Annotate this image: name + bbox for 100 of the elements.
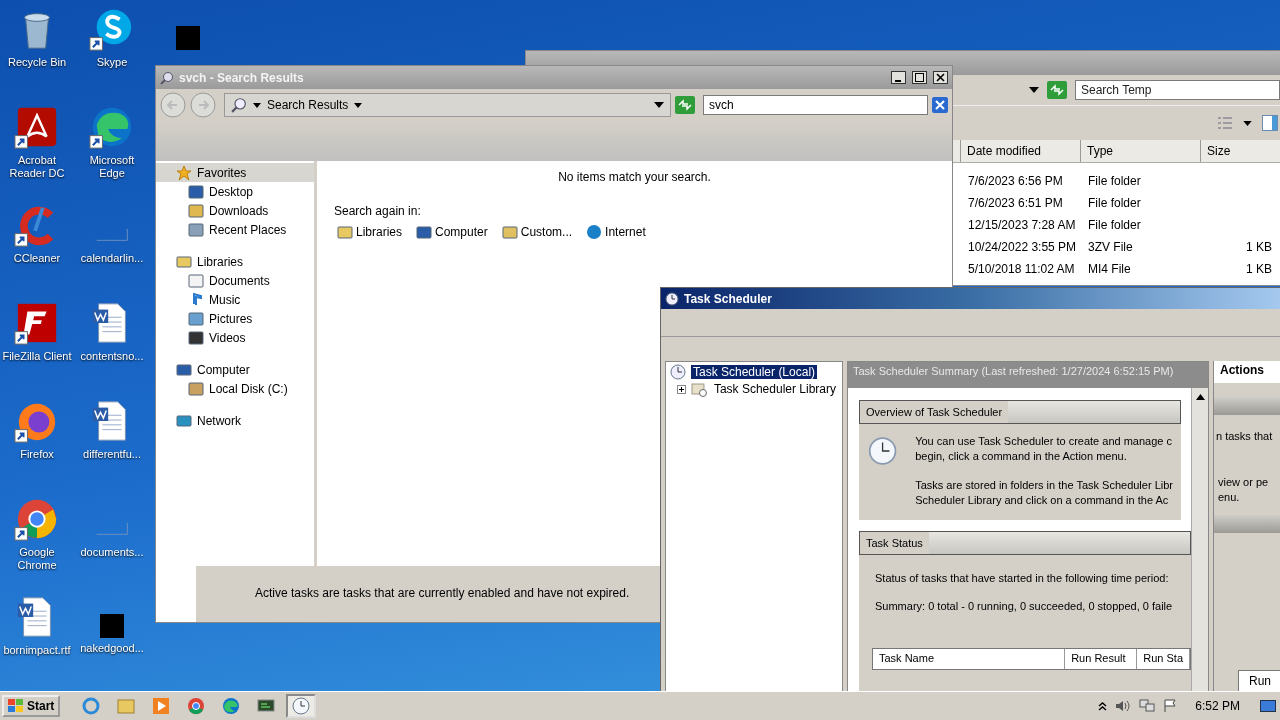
icon-label[interactable]: differentfu...: [83, 448, 141, 461]
address-bar[interactable]: Search Results: [224, 93, 671, 117]
nav-item[interactable]: Music: [156, 290, 314, 309]
nav-item[interactable]: Pictures: [156, 309, 314, 328]
refresh-icon[interactable]: [675, 96, 695, 114]
status-text: Status of tasks that have started in the following time period:: [875, 572, 1170, 584]
section-title[interactable]: Overview of Task Scheduler: [860, 401, 1009, 423]
folder-icon: [188, 202, 204, 219]
breadcrumb[interactable]: Search Results: [267, 98, 349, 112]
nav-item[interactable]: Libraries: [156, 252, 314, 271]
globe-icon: [586, 224, 603, 240]
caret-icon[interactable]: [253, 102, 261, 108]
nav-item[interactable]: Computer: [156, 360, 314, 379]
icon-label[interactable]: calendarlin...: [80, 252, 144, 265]
tree-item[interactable]: Task Scheduler (Local): [691, 365, 818, 379]
folder-icon: [188, 221, 204, 238]
monitor-icon[interactable]: [257, 697, 276, 715]
nav-item[interactable]: Documents: [156, 271, 314, 290]
icon-label[interactable]: nakedgood...: [80, 642, 144, 655]
clock-icon[interactable]: [292, 697, 311, 715]
overview-text: begin, click a command in the Action menu.: [915, 449, 1128, 464]
caret-icon[interactable]: [1029, 87, 1039, 93]
table-cell-text: 3ZV File: [1087, 240, 1134, 254]
clock-time[interactable]: 6:52 PM: [1195, 699, 1240, 713]
start-logo-icon[interactable]: [8, 699, 24, 713]
table-cell-text: 1 KB: [1245, 240, 1273, 254]
caret-icon[interactable]: [1243, 120, 1252, 126]
column-header[interactable]: Run Sta: [1137, 649, 1190, 669]
column-header[interactable]: Run: [1238, 670, 1280, 691]
column-header[interactable]: Type: [1080, 140, 1200, 162]
nav-item[interactable]: Recent Places: [156, 220, 314, 239]
window-title: svch - Search Results: [179, 70, 304, 85]
icon-label[interactable]: contentsno...: [80, 350, 144, 363]
image-icon: [188, 310, 204, 327]
nav-item[interactable]: Local Disk (C:): [156, 379, 314, 398]
search-field[interactable]: svch: [703, 95, 928, 115]
overview-text: Tasks are stored in folders in the Task Scheduler Libr: [915, 478, 1173, 493]
icon-label[interactable]: Firefox: [20, 448, 54, 461]
table-cell-text: 12/15/2023 7:28 AM: [967, 218, 1077, 232]
column-header[interactable]: Task Name: [873, 649, 1066, 669]
chevron-up-icon[interactable]: [1098, 701, 1108, 711]
search-location-link[interactable]: Internet: [586, 224, 646, 240]
background-text: Active tasks are tasks that are currently enabled and have not expired.: [255, 586, 630, 600]
nav-item[interactable]: Favorites: [156, 163, 314, 182]
star-icon: [176, 164, 192, 181]
table-cell-text: 7/6/2023 6:51 PM: [967, 196, 1064, 210]
window-title: Task Scheduler: [684, 291, 772, 306]
caret-icon[interactable]: [654, 102, 664, 108]
scrollbar[interactable]: [1191, 388, 1208, 691]
flag-icon[interactable]: [1163, 699, 1178, 713]
monitor-icon: [416, 224, 433, 240]
icon-label[interactable]: FileZilla Client: [2, 350, 72, 363]
refresh-icon[interactable]: [1047, 81, 1067, 99]
table-cell-text: MI4 File: [1087, 262, 1132, 276]
nav-item[interactable]: Desktop: [156, 182, 314, 201]
taskbar-button[interactable]: [286, 694, 317, 718]
minimize-icon[interactable]: [891, 71, 906, 84]
start-button[interactable]: Start: [2, 695, 61, 717]
show-desktop-icon[interactable]: [1260, 700, 1276, 712]
clock-icon: [868, 434, 898, 468]
document-icon: [188, 272, 204, 289]
search-location-link[interactable]: Libraries: [337, 224, 403, 240]
icon-label[interactable]: bornimpact.rtf: [3, 644, 71, 657]
column-header[interactable]: Size: [1200, 140, 1278, 162]
nav-item[interactable]: Network: [156, 411, 314, 430]
column-header[interactable]: Date modified: [960, 140, 1080, 162]
table-cell-text: 7/6/2023 6:56 PM: [967, 174, 1064, 188]
caret-icon[interactable]: [354, 102, 363, 108]
preview-pane-icon[interactable]: [1262, 115, 1278, 131]
browser-icon[interactable]: [222, 697, 241, 715]
expander-icon[interactable]: [677, 384, 686, 394]
icon-label[interactable]: documents...: [80, 546, 144, 559]
speaker-icon[interactable]: [1115, 699, 1132, 713]
browser-icon[interactable]: [187, 697, 206, 715]
icon-label[interactable]: Acrobat Reader DC: [1, 154, 73, 180]
network-icon[interactable]: [1139, 699, 1156, 713]
column-header[interactable]: Run Result: [1065, 649, 1138, 669]
summary-text: Summary: 0 total - 0 running, 0 succeeded, 0 stopped, 0 faile: [875, 600, 1174, 612]
nav-item[interactable]: Videos: [156, 328, 314, 347]
tree-item[interactable]: Task Scheduler Library: [711, 382, 838, 396]
clock-icon: [665, 291, 679, 306]
nav-item[interactable]: Downloads: [156, 201, 314, 220]
icon-label[interactable]: Recycle Bin: [7, 56, 67, 69]
pane-header: Actions: [1214, 361, 1280, 383]
maximize-icon[interactable]: [912, 71, 927, 84]
section-title[interactable]: Task Status: [860, 532, 929, 554]
icon-label[interactable]: Skype: [96, 56, 128, 69]
icon-label[interactable]: Google Chrome: [1, 546, 73, 572]
search-again-label: Search again in:: [333, 203, 422, 218]
search-location-link[interactable]: Custom...: [501, 224, 573, 240]
close-icon[interactable]: [933, 71, 948, 84]
search-location-link[interactable]: Computer: [416, 224, 488, 240]
play-icon[interactable]: [152, 697, 171, 715]
arrow-up-icon[interactable]: [1195, 394, 1205, 400]
icon-label[interactable]: CCleaner: [13, 252, 61, 265]
table-cell-text: File folder: [1087, 218, 1142, 232]
icon-label[interactable]: Microsoft Edge: [76, 154, 148, 180]
search-field[interactable]: Search Temp: [1075, 80, 1280, 100]
folder-icon: [337, 224, 353, 240]
folder-icon: [691, 381, 707, 397]
